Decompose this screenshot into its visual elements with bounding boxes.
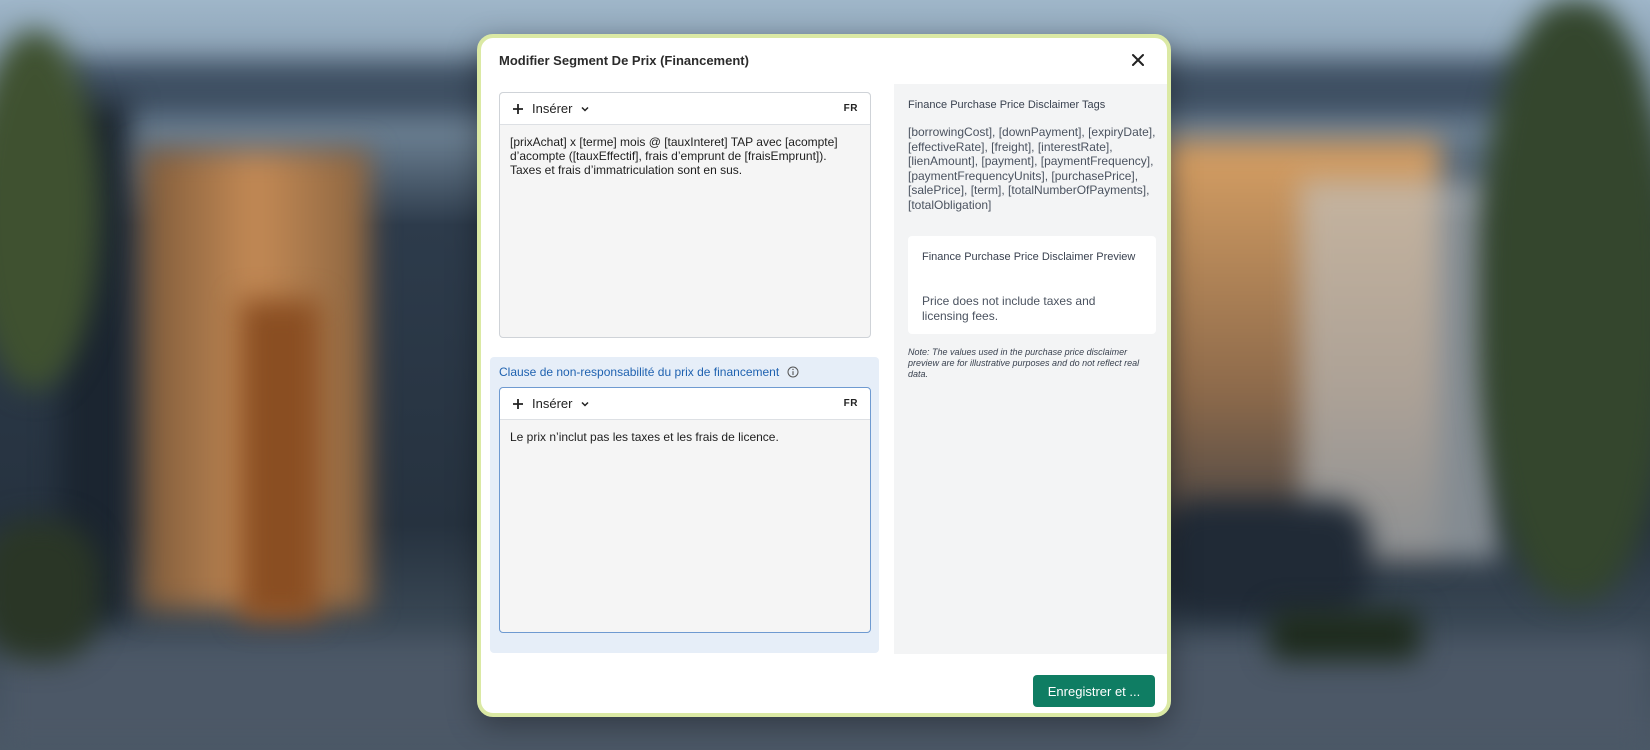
insert-button[interactable]: Insérer: [512, 101, 590, 116]
close-icon: [1132, 54, 1144, 66]
editor-toolbar: Insérer FR: [500, 388, 870, 420]
modal-title: Modifier Segment De Prix (Financement): [499, 53, 749, 68]
bg-bush-left: [0, 520, 100, 660]
plus-icon: [513, 398, 523, 409]
tags-side-panel: Finance Purchase Price Disclaimer Tags […: [894, 84, 1167, 654]
preview-text: Price does not include taxes and licensi…: [922, 294, 1096, 323]
bg-door: [240, 300, 320, 620]
insert-label: Insérer: [532, 396, 573, 411]
plus-icon: [513, 103, 523, 114]
editor-toolbar: Insérer FR: [500, 93, 870, 125]
price-segment-editor: Insérer FR [prixAchat] x [terme] mois @ …: [499, 92, 871, 338]
insert-button[interactable]: Insérer: [512, 396, 590, 411]
language-badge[interactable]: FR: [844, 398, 858, 409]
disclaimer-label: Clause de non-responsabilité du prix de …: [499, 365, 799, 379]
preview-card: Finance Purchase Price Disclaimer Previe…: [908, 236, 1156, 334]
disclaimer-text-area[interactable]: Le prix n’inclut pas les taxes et les fr…: [500, 420, 870, 632]
bg-car: [1160, 500, 1370, 620]
disclaimer-editor: Insérer FR Le prix n’inclut pas les taxe…: [499, 387, 871, 633]
close-button[interactable]: [1127, 49, 1149, 71]
disclaimer-label-text: Clause de non-responsabilité du prix de …: [499, 365, 780, 379]
preview-note: Note: The values used in the purchase pr…: [908, 347, 1140, 379]
tags-title: Finance Purchase Price Disclaimer Tags: [908, 99, 1106, 111]
insert-label: Insérer: [532, 101, 573, 116]
tags-list: [borrowingCost], [downPayment], [expiryD…: [908, 125, 1156, 212]
price-segment-text-area[interactable]: [prixAchat] x [terme] mois @ [tauxIntere…: [500, 125, 870, 337]
save-button[interactable]: Enregistrer et ...: [1033, 675, 1155, 707]
bg-tree-right: [1480, 0, 1650, 600]
chevron-down-icon: [581, 106, 589, 112]
preview-title: Finance Purchase Price Disclaimer Previe…: [922, 251, 1136, 263]
side-panel-scrollbar[interactable]: [1169, 84, 1171, 654]
language-badge[interactable]: FR: [844, 103, 858, 114]
chevron-down-icon: [581, 401, 589, 407]
info-icon[interactable]: [787, 366, 799, 378]
edit-price-segment-modal: Modifier Segment De Prix (Financement) I…: [477, 34, 1171, 717]
bg-hedge: [1270, 610, 1420, 660]
